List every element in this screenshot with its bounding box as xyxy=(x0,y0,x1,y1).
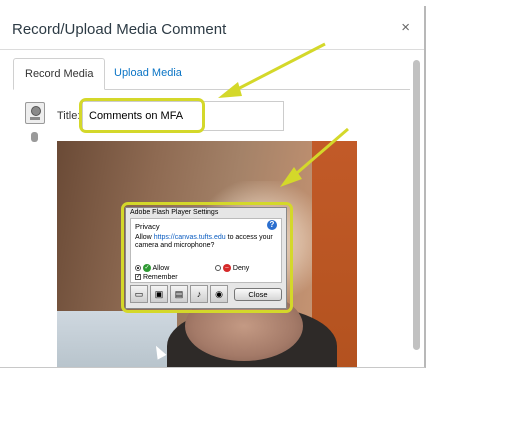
flash-settings-toolbar: ▭ ▣ ▤ ♪ ◉ Close xyxy=(130,285,282,305)
deny-label: Deny xyxy=(232,264,250,272)
close-button[interactable]: × xyxy=(401,20,410,35)
dialog-title: Record/Upload Media Comment xyxy=(12,21,227,38)
media-comment-dialog: Record/Upload Media Comment × Record Med… xyxy=(0,6,426,368)
privacy-message: Allow https://canvas.tufts.edu to access… xyxy=(135,234,280,250)
storage-settings-icon[interactable]: ▤ xyxy=(170,285,188,303)
tab-upload-media[interactable]: Upload Media xyxy=(103,58,193,90)
deny-radio[interactable] xyxy=(215,265,221,271)
deny-option[interactable]: – Deny xyxy=(215,264,249,272)
camera-settings-icon[interactable]: ◉ xyxy=(210,285,228,303)
allow-radio[interactable] xyxy=(135,265,141,271)
help-icon[interactable]: ? xyxy=(267,220,277,230)
display-settings-icon[interactable]: ▭ xyxy=(130,285,148,303)
remember-option[interactable]: ✓ Remember xyxy=(135,274,178,281)
microphone-settings-icon[interactable]: ♪ xyxy=(190,285,208,303)
video-background-window xyxy=(57,311,177,367)
remember-checkbox[interactable]: ✓ xyxy=(135,274,141,281)
privacy-message-prefix: Allow xyxy=(135,234,154,241)
remember-label: Remember xyxy=(142,274,178,281)
flash-settings-title: Adobe Flash Player Settings xyxy=(130,209,219,216)
webcam-icon[interactable] xyxy=(25,102,45,124)
allow-option[interactable]: ✓ Allow xyxy=(135,264,169,272)
annotation-arrow-flash xyxy=(280,127,349,187)
title-highlight-box xyxy=(79,98,205,133)
annotation-arrow-title xyxy=(218,42,326,98)
flash-close-button[interactable]: Close xyxy=(234,288,282,301)
allow-check-icon: ✓ xyxy=(142,264,151,272)
microphone-icon[interactable] xyxy=(31,132,38,142)
title-label: Title: xyxy=(57,110,81,122)
deny-icon: – xyxy=(222,264,231,272)
flash-settings-dialog: Adobe Flash Player Settings Privacy ? Al… xyxy=(125,207,287,309)
tab-record-media[interactable]: Record Media xyxy=(13,58,106,90)
scrollbar[interactable] xyxy=(413,60,420,350)
flash-privacy-panel: Privacy ? Allow https://canvas.tufts.edu… xyxy=(130,218,282,283)
privacy-message-link[interactable]: https://canvas.tufts.edu xyxy=(154,234,226,241)
privacy-settings-icon[interactable]: ▣ xyxy=(150,285,168,303)
privacy-heading: Privacy xyxy=(135,222,160,231)
allow-label: Allow xyxy=(152,264,170,272)
